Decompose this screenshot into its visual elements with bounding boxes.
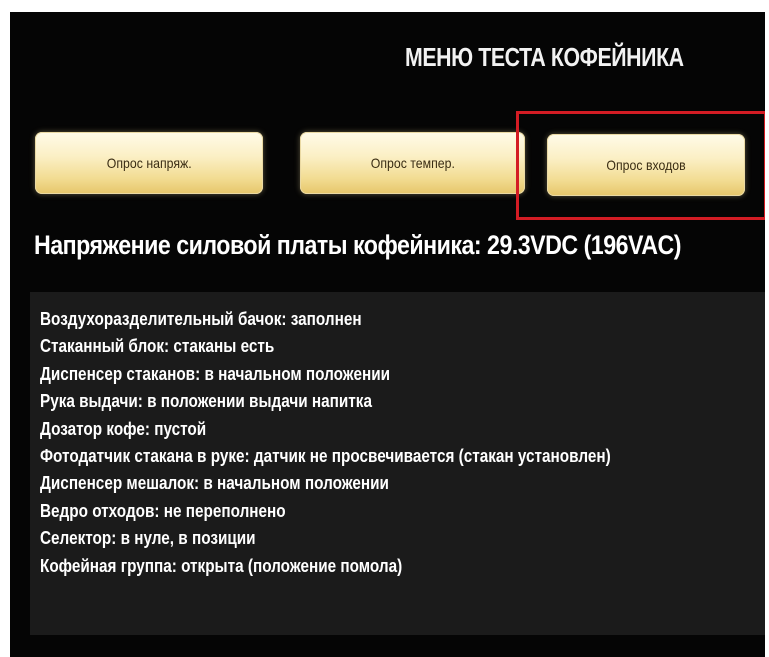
status-line: Кофейная группа: открыта (положение помо… — [40, 555, 403, 576]
inputs-query-button[interactable]: Опрос входов — [547, 134, 745, 196]
page-title: МЕНЮ ТЕСТА КОФЕЙНИКА — [405, 42, 684, 72]
board-voltage-readout: Напряжение силовой платы кофейника: 29.3… — [34, 230, 681, 260]
voltage-query-button[interactable]: Опрос напряж. — [35, 132, 263, 194]
status-line: Дозатор кофе: пустой — [40, 418, 207, 439]
status-line: Диспенсер стаканов: в начальном положени… — [40, 363, 391, 384]
status-line: Ведро отходов: не переполнено — [40, 500, 286, 521]
temperature-query-label: Опрос темпер. — [370, 155, 455, 171]
status-line: Воздухоразделительный бачок: заполнен — [40, 309, 362, 329]
temperature-query-button[interactable]: Опрос темпер. — [300, 132, 525, 194]
inputs-status-list: Воздухоразделительный бачок: заполнен Ст… — [40, 306, 711, 580]
status-line: Селектор: в нуле, в позиции — [40, 528, 256, 549]
voltage-query-label: Опрос напряж. — [106, 155, 192, 171]
status-line: Диспенсер мешалок: в начальном положении — [40, 473, 389, 494]
status-line: Фотодатчик стакана в руке: датчик не про… — [40, 445, 611, 466]
inputs-query-label: Опрос входов — [606, 157, 686, 173]
screen: МЕНЮ ТЕСТА КОФЕЙНИКА Опрос напряж. Опрос… — [10, 12, 765, 657]
inputs-status-panel: Воздухоразделительный бачок: заполнен Ст… — [30, 292, 765, 635]
status-line: Рука выдачи: в положении выдачи напитка — [40, 391, 372, 412]
status-line: Стаканный блок: стаканы есть — [40, 336, 275, 357]
